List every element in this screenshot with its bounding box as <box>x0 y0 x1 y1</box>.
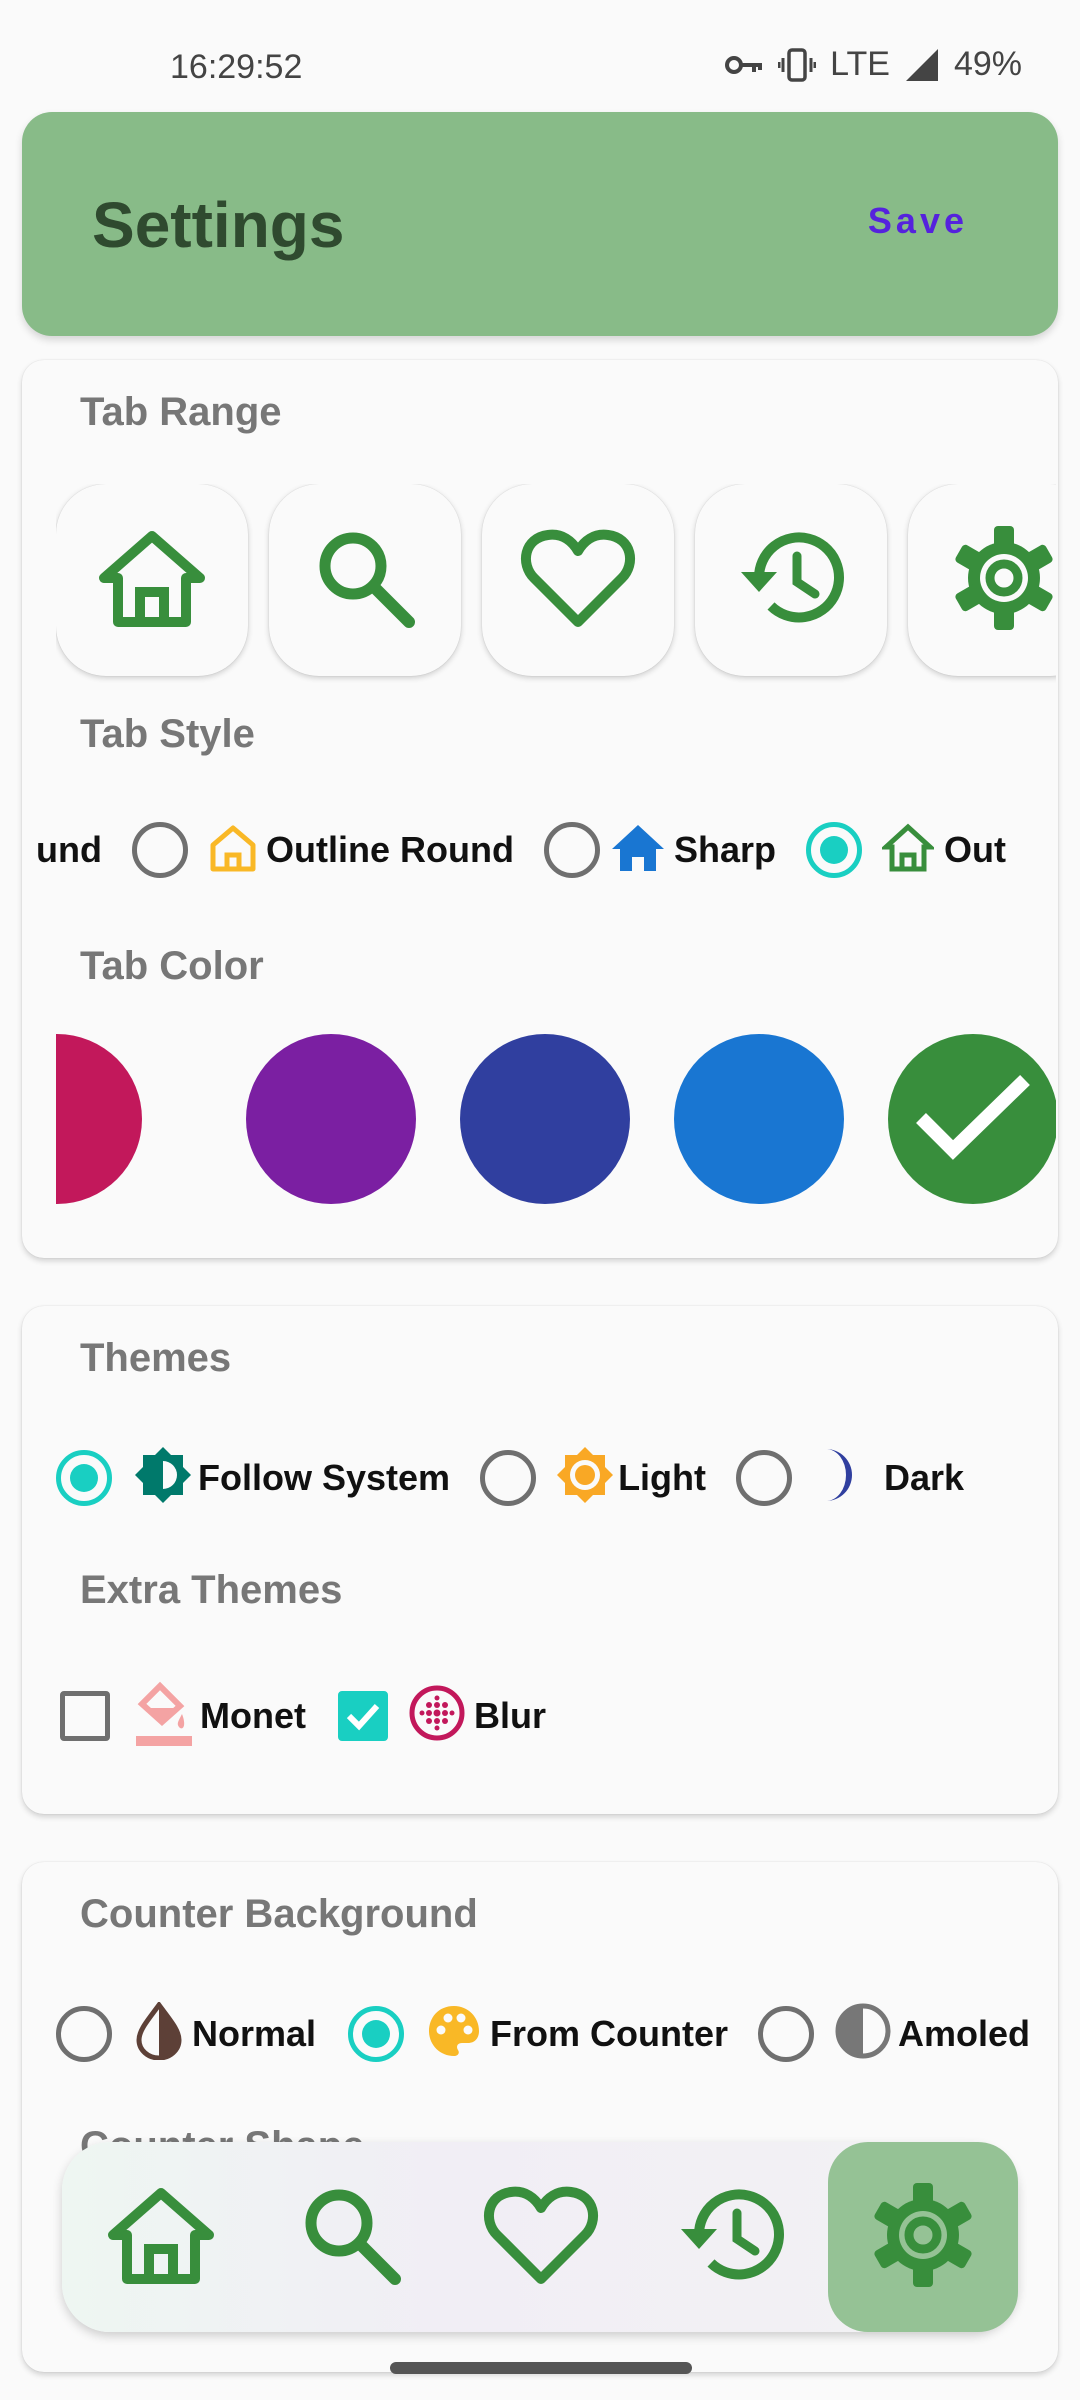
tab-style-options: und Outline Round Sharp Out <box>36 822 1006 878</box>
monet-label[interactable]: Monet <box>200 1695 306 1737</box>
themes-title: Themes <box>80 1336 232 1380</box>
bottom-navigation <box>62 2142 1018 2332</box>
home-indicator[interactable] <box>390 2362 692 2374</box>
tab-range-settings[interactable] <box>908 484 1056 676</box>
extra-themes-options: Monet Blur <box>60 1678 546 1753</box>
counter-bg-label-normal[interactable]: Normal <box>192 2013 316 2055</box>
home-outline-round-icon <box>208 823 258 878</box>
tab-range-search[interactable] <box>269 484 461 676</box>
nav-home[interactable] <box>66 2142 256 2332</box>
tab-range-list[interactable] <box>56 484 1056 684</box>
home-outline-icon <box>879 823 937 878</box>
contrast-drop-icon <box>134 2000 184 2065</box>
brightness-auto-icon <box>134 1446 192 1509</box>
tabs-settings-card: Tab Range Tab Style und Outline Round Sh… <box>22 360 1058 1258</box>
tab-style-radio-outline-round[interactable] <box>131 822 188 878</box>
search-icon <box>313 526 417 635</box>
page-title: Settings <box>92 189 345 261</box>
home-outline-icon <box>96 528 208 633</box>
tab-style-label-outline-round[interactable]: Outline Round <box>266 829 514 871</box>
check-icon <box>913 1072 1033 1167</box>
signal-icon <box>904 47 940 83</box>
vibrate-icon <box>778 46 817 84</box>
counter-background-options: Normal From Counter Amoled <box>56 2000 1030 2065</box>
nav-settings[interactable] <box>828 2142 1018 2332</box>
theme-radio-dark[interactable] <box>736 1449 793 1506</box>
color-swatch-pink[interactable] <box>56 1034 142 1204</box>
blur-label[interactable]: Blur <box>474 1695 546 1737</box>
color-swatch-blue[interactable] <box>674 1034 844 1204</box>
theme-radio-follow-system[interactable] <box>56 1449 112 1506</box>
network-type: LTE <box>830 45 890 83</box>
counter-bg-radio-amoled[interactable] <box>758 2005 815 2062</box>
tab-range-history[interactable] <box>695 484 887 676</box>
palette-icon <box>426 2003 482 2064</box>
vpn-key-icon <box>724 52 764 78</box>
format-paint-icon <box>134 1678 192 1753</box>
tab-range-home[interactable] <box>56 484 248 676</box>
themes-card: Themes Follow System Light Dark Extra Th… <box>22 1306 1058 1814</box>
themes-options: Follow System Light Dark <box>56 1446 964 1509</box>
theme-label-dark[interactable]: Dark <box>884 1457 964 1499</box>
search-icon <box>299 2183 403 2292</box>
counter-bg-label-amoled[interactable]: Amoled <box>898 2013 1030 2055</box>
counter-background-title: Counter Background <box>80 1892 478 1936</box>
color-swatch-purple[interactable] <box>246 1034 416 1204</box>
monet-checkbox[interactable] <box>60 1690 110 1741</box>
status-time: 16:29:52 <box>170 48 303 86</box>
history-icon <box>733 526 849 635</box>
theme-label-follow-system[interactable]: Follow System <box>198 1457 450 1499</box>
home-outline-icon <box>105 2185 217 2290</box>
color-swatch-indigo[interactable] <box>460 1034 630 1204</box>
gear-icon <box>948 522 1056 639</box>
tab-style-radio-sharp[interactable] <box>543 822 600 878</box>
light-mode-icon <box>556 1446 614 1509</box>
tab-color-list[interactable] <box>56 1034 1056 1209</box>
battery-level: 49% <box>953 45 1022 83</box>
history-icon <box>673 2183 789 2292</box>
nav-search[interactable] <box>256 2142 446 2332</box>
tab-color-title: Tab Color <box>80 944 264 988</box>
gear-icon <box>867 2179 979 2296</box>
tab-style-title: Tab Style <box>80 712 255 756</box>
heart-outline-icon <box>520 526 636 635</box>
tab-style-label-partial: und <box>36 829 102 870</box>
status-icons: LTE 49% <box>724 45 1022 84</box>
counter-bg-radio-normal[interactable] <box>56 2005 112 2062</box>
blur-icon <box>408 1684 466 1747</box>
dark-mode-icon <box>818 1447 866 1508</box>
counter-bg-radio-from-counter[interactable] <box>348 2005 405 2062</box>
extra-themes-title: Extra Themes <box>80 1568 343 1612</box>
tab-range-title: Tab Range <box>80 390 282 434</box>
counter-bg-label-from-counter[interactable]: From Counter <box>490 2013 728 2055</box>
nav-history[interactable] <box>636 2142 826 2332</box>
color-swatch-green[interactable] <box>888 1034 1056 1204</box>
tab-style-label-sharp[interactable]: Sharp <box>674 829 776 871</box>
theme-label-light[interactable]: Light <box>618 1457 706 1499</box>
app-header: Settings Save <box>22 112 1058 336</box>
save-button[interactable]: Save <box>868 200 968 242</box>
nav-favorites[interactable] <box>446 2142 636 2332</box>
theme-radio-light[interactable] <box>480 1449 537 1506</box>
contrast-icon <box>834 2002 892 2065</box>
heart-outline-icon <box>483 2183 599 2292</box>
blur-checkbox[interactable] <box>337 1690 388 1741</box>
tab-style-radio-outlined[interactable] <box>805 822 862 878</box>
tab-style-label-outlined[interactable]: Out <box>944 829 1006 871</box>
home-sharp-icon <box>611 823 664 878</box>
status-bar: 16:29:52 LTE 49% <box>0 0 1080 110</box>
tab-range-favorites[interactable] <box>482 484 674 676</box>
